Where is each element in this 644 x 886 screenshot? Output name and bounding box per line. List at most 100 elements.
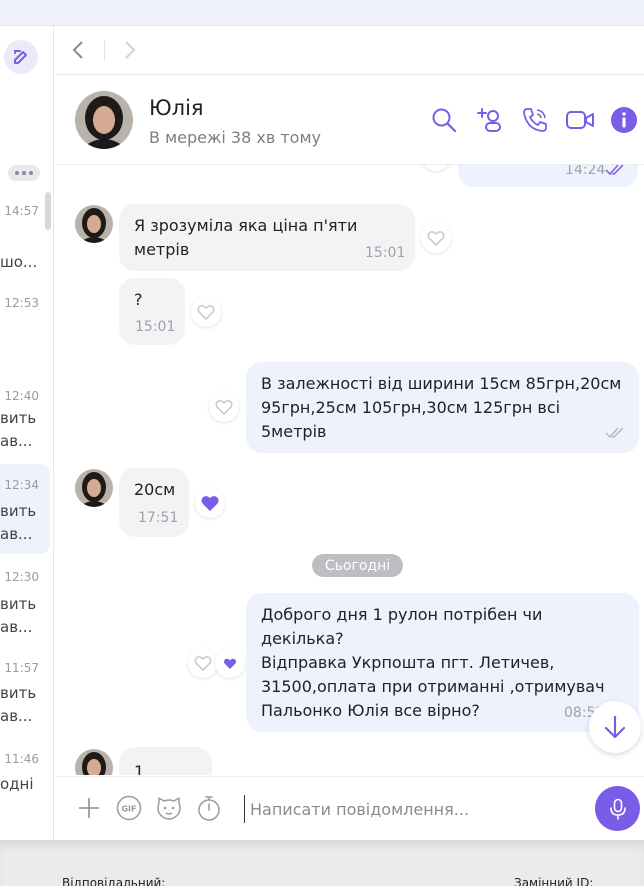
video-call-button[interactable] <box>566 106 594 134</box>
message-text-line: Відправка Укрпошта пгт. Летичев, <box>261 653 555 672</box>
scroll-to-bottom-button[interactable] <box>589 701 641 753</box>
heart-icon <box>201 496 219 511</box>
message-bubble-incoming[interactable]: 1 рулон <box>119 747 212 775</box>
compose-icon <box>14 50 27 64</box>
message-text-line: Доброго дня 1 рулон потрібен чи декілька… <box>261 605 543 648</box>
message-text: Я зрозуміла яка ціна п'яти метрів <box>134 216 358 259</box>
sidebar-item-preview: ав... <box>0 707 33 725</box>
like-button[interactable] <box>209 392 239 422</box>
sidebar-item-preview: ав... <box>0 618 33 636</box>
compose-button[interactable] <box>4 40 38 74</box>
like-button[interactable] <box>191 297 221 327</box>
back-button[interactable] <box>67 38 91 62</box>
background-page-footer: Відповідальний: Замінний ID: <box>0 840 644 886</box>
add-participant-icon <box>477 108 501 132</box>
add-participant-button[interactable] <box>476 106 504 134</box>
forward-arrow-icon <box>125 41 136 59</box>
sidebar-chat-item[interactable]: 11:46 одні <box>0 742 50 832</box>
message-list[interactable]: 14:24 Я зрозуміла яка ціна п'яти метрів … <box>55 165 644 775</box>
message-bubble-outgoing[interactable]: В залежності від ширини 15см 85грн,20см … <box>246 362 639 453</box>
scroll-down-icon <box>604 715 626 739</box>
navigation-bar <box>55 26 644 75</box>
call-icon <box>523 108 547 132</box>
message-input[interactable] <box>244 795 584 823</box>
sidebar-item-preview: вить <box>0 684 37 702</box>
search-button[interactable] <box>430 106 458 134</box>
message-time: 15:01 <box>135 319 176 335</box>
sidebar-chat-item[interactable]: 12:53 <box>0 286 50 376</box>
message-time: 15:01 <box>365 245 406 261</box>
delivered-check-icon <box>605 427 624 439</box>
sidebar-item-preview: ав... <box>0 432 33 450</box>
like-button[interactable] <box>188 648 218 678</box>
footer-left-label: Відповідальний: <box>62 876 166 886</box>
contact-avatar-small[interactable] <box>75 205 113 243</box>
sidebar-item-time: 12:30 <box>4 570 39 584</box>
voice-message-button[interactable] <box>595 786 640 831</box>
sidebar-item-time: 11:57 <box>4 661 39 675</box>
message-text-line: 31500,оплата при отриманні ,отримувач <box>261 677 605 696</box>
sidebar-chat-item[interactable]: 12:30 вить ав... <box>0 560 50 650</box>
contact-avatar-small[interactable] <box>75 749 113 775</box>
sidebar-item-preview: одні <box>0 775 34 793</box>
heart-icon <box>215 400 233 415</box>
sidebar-chat-item[interactable]: 12:40 вить ав... <box>0 379 50 469</box>
search-icon <box>432 108 457 133</box>
sticker-button[interactable] <box>155 794 183 822</box>
like-button[interactable] <box>421 165 451 171</box>
chat-header: Юлія В мережі 38 хв тому <box>55 76 644 165</box>
video-call-icon <box>566 111 594 129</box>
message-text: 1 рулон <box>134 762 145 775</box>
sidebar-item-preview: ав... <box>0 525 33 543</box>
sidebar-item-time: 11:46 <box>4 752 39 766</box>
sidebar-item-time: 14:57 <box>4 204 39 218</box>
timer-button[interactable] <box>195 794 223 822</box>
message-text-line: В залежності від ширини 15см 85грн,20см <box>261 374 622 393</box>
sticker-icon <box>157 797 181 820</box>
sidebar-item-time: 12:40 <box>4 389 39 403</box>
window-top-strip <box>0 0 644 26</box>
nav-divider <box>104 40 105 60</box>
sidebar-item-time: 12:53 <box>4 296 39 310</box>
footer-right-label: Замінний ID: <box>514 876 594 886</box>
attach-button[interactable] <box>75 794 103 822</box>
message-text-line: 95грн,25см 105грн,30см 125грн всі 5метрі… <box>261 398 561 441</box>
forward-button[interactable] <box>117 38 141 62</box>
sidebar-item-preview: вить <box>0 502 37 520</box>
message-text: ? <box>134 290 143 309</box>
read-check-icon <box>605 165 624 176</box>
call-button[interactable] <box>521 106 549 134</box>
info-button[interactable] <box>610 106 638 134</box>
info-icon <box>611 107 637 133</box>
contact-name: Юлія <box>149 96 204 120</box>
back-arrow-icon <box>72 41 83 59</box>
like-button-liked[interactable] <box>195 488 225 518</box>
contact-status: В мережі 38 хв тому <box>149 128 321 147</box>
reaction-liked[interactable] <box>215 648 245 678</box>
heart-icon <box>427 231 445 246</box>
gif-button[interactable]: GIF <box>115 794 143 822</box>
message-time: 14:24 <box>565 165 606 178</box>
message-time: 17:51 <box>138 510 179 526</box>
heart-icon <box>194 656 212 671</box>
plus-icon <box>79 798 99 818</box>
like-button[interactable] <box>421 223 451 253</box>
sidebar-item-preview: шо... <box>0 253 38 271</box>
sidebar-chat-item-active[interactable]: 12:34 вить ав... <box>0 464 50 554</box>
svg-text:GIF: GIF <box>121 805 136 814</box>
contact-avatar-small[interactable] <box>75 469 113 507</box>
sidebar-chat-item[interactable]: 11:57 вить ав... <box>0 650 50 740</box>
chat-list-sidebar: 14:57 шо... 12:53 12:40 вить ав... 12:34… <box>0 26 54 840</box>
more-chats-button[interactable] <box>8 165 40 181</box>
message-bubble-incoming[interactable]: 20см <box>119 468 189 537</box>
microphone-icon <box>609 798 626 820</box>
heart-icon <box>197 305 215 320</box>
contact-avatar[interactable] <box>75 91 133 149</box>
message-text: 20см <box>134 480 176 499</box>
timer-icon <box>198 796 220 821</box>
heart-icon <box>223 658 237 669</box>
sidebar-item-time: 12:34 <box>4 478 39 492</box>
date-divider: Сьогодні <box>312 554 403 577</box>
gif-icon: GIF <box>116 795 142 821</box>
message-composer: GIF <box>55 776 644 840</box>
